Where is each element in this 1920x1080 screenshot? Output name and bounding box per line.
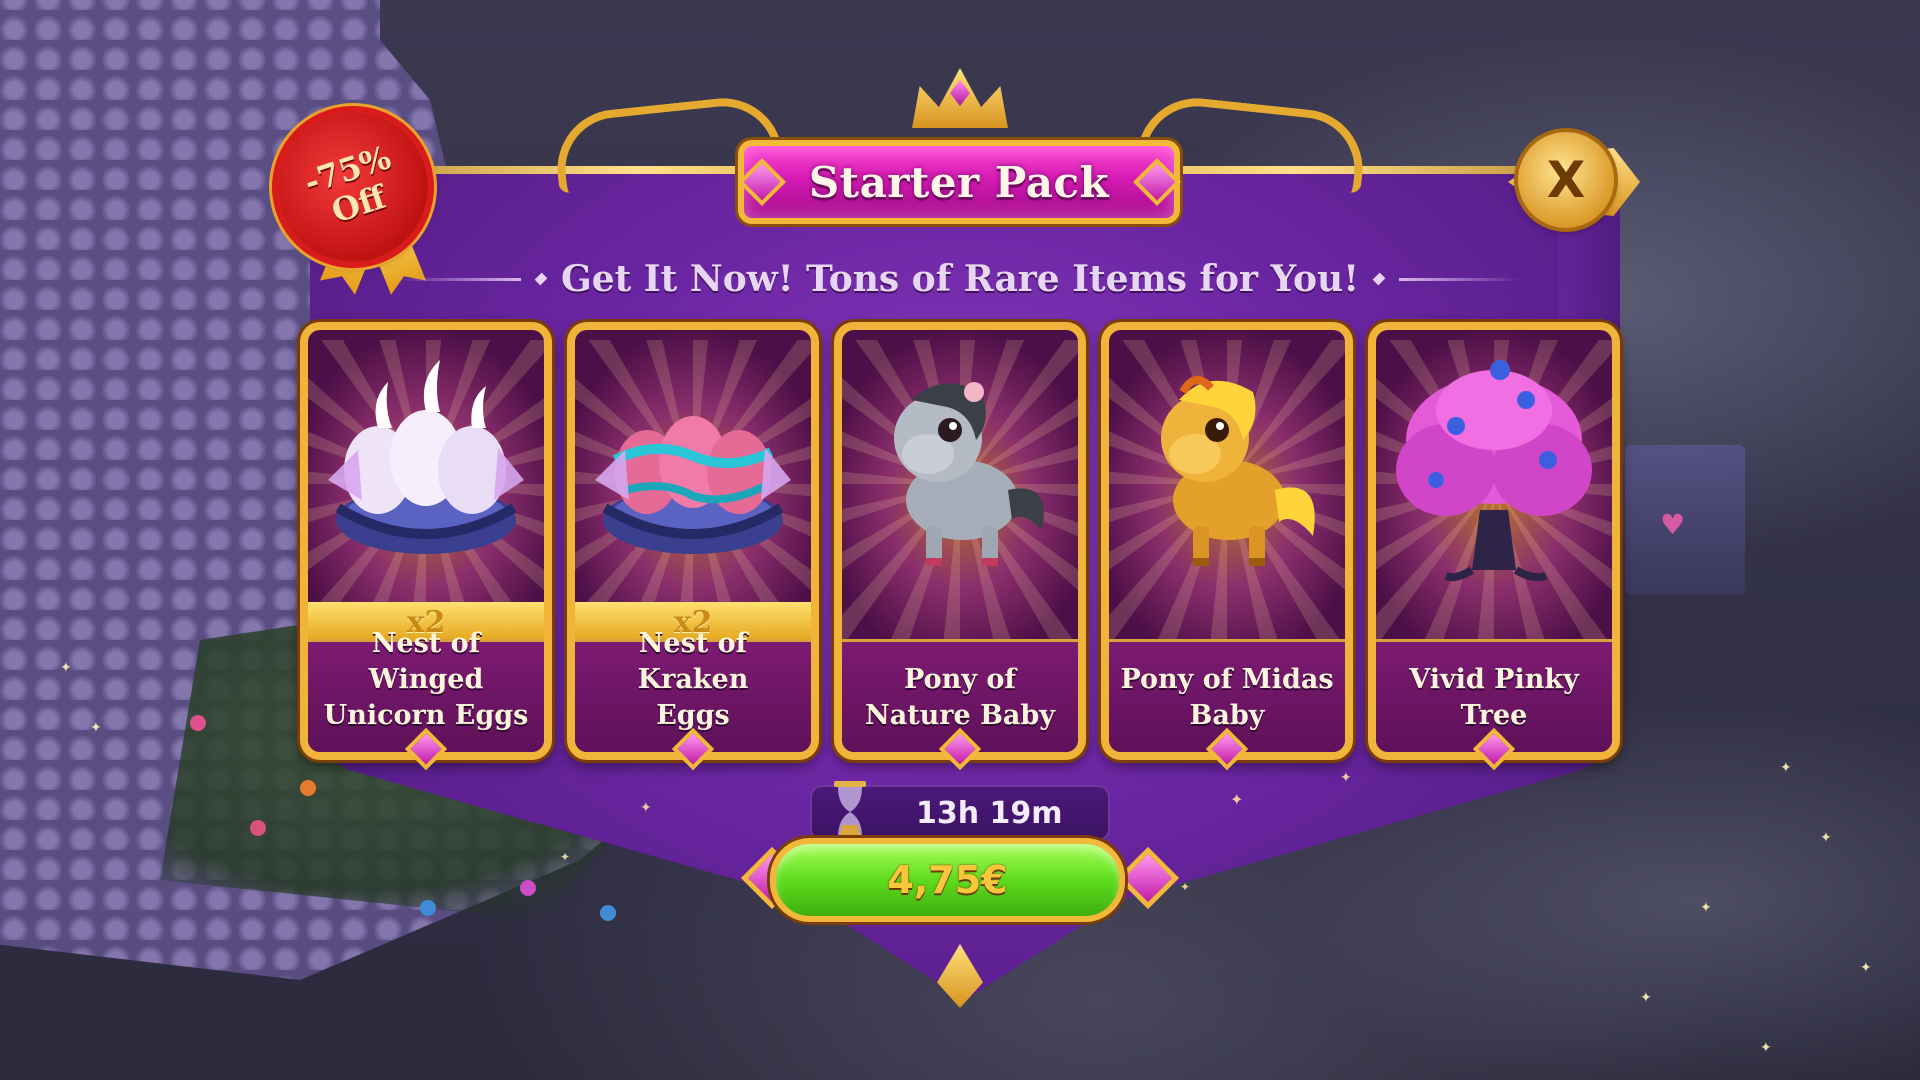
sparkle-icon: ✦ bbox=[1640, 990, 1652, 1006]
item-card-pony-of-midas[interactable]: Pony of Midas Baby bbox=[1101, 322, 1353, 760]
timer-value: 13h 19m bbox=[916, 795, 1063, 831]
price-label: 4,75€ bbox=[887, 858, 1008, 902]
item-name: Nest of Kraken Eggs bbox=[637, 628, 749, 731]
item-name: Nest of Winged Unicorn Eggs bbox=[323, 628, 529, 731]
discount-label: -75% Off bbox=[299, 138, 396, 231]
item-card-vivid-pinky-tree[interactable]: Vivid Pinky Tree bbox=[1368, 322, 1620, 760]
flower-decoration bbox=[600, 905, 616, 921]
close-icon: X bbox=[1546, 151, 1586, 209]
sparkle-icon: ✦ bbox=[1700, 900, 1712, 916]
flower-decoration bbox=[250, 820, 266, 836]
sparkle-icon: ✦ bbox=[1860, 960, 1872, 976]
diamond-icon bbox=[534, 272, 548, 286]
golden-pony-icon bbox=[1161, 376, 1315, 566]
sparkle-icon: ✦ bbox=[90, 720, 102, 736]
flourish-left bbox=[400, 277, 521, 281]
flourish-right bbox=[1399, 277, 1520, 281]
sparkle-icon: ✦ bbox=[1340, 770, 1352, 786]
item-name: Pony of Nature Baby bbox=[865, 664, 1055, 731]
sparkle-icon: ✦ bbox=[1780, 760, 1792, 776]
sparkle-icon: ✦ bbox=[1760, 1040, 1772, 1056]
sparkle-icon: ✦ bbox=[60, 660, 72, 676]
item-card-pony-of-nature[interactable]: Pony of Nature Baby bbox=[834, 322, 1086, 760]
sparkle-icon: ✦ bbox=[1180, 880, 1191, 894]
flower-decoration bbox=[520, 880, 536, 896]
sparkle-icon: ✦ bbox=[640, 800, 652, 816]
sparkle-icon: ✦ bbox=[1820, 830, 1832, 846]
item-card-winged-unicorn-eggs[interactable]: x2 Nest of Winged Unicorn Eggs bbox=[300, 322, 552, 760]
flower-decoration bbox=[420, 900, 436, 916]
kraken-eggs-icon bbox=[595, 416, 791, 554]
subtitle-row: Get It Now! Tons of Rare Items for You! bbox=[400, 254, 1520, 304]
pink-tree-icon bbox=[1396, 360, 1592, 582]
flower-decoration bbox=[190, 715, 206, 731]
item-name: Vivid Pinky Tree bbox=[1409, 664, 1579, 731]
close-button[interactable]: X bbox=[1518, 132, 1614, 228]
grey-pony-icon bbox=[894, 382, 1044, 566]
item-name: Pony of Midas Baby bbox=[1120, 664, 1334, 731]
title-plaque: Starter Pack bbox=[738, 140, 1180, 224]
hourglass-icon bbox=[834, 781, 866, 843]
offer-timer: 13h 19m bbox=[810, 781, 1110, 843]
winged-unicorn-eggs-icon bbox=[328, 360, 524, 554]
diamond-icon bbox=[1372, 272, 1386, 286]
heart-icon: ♥ bbox=[1660, 508, 1686, 541]
sparkle-icon: ✦ bbox=[1230, 790, 1244, 809]
buy-button[interactable]: 4,75€ bbox=[770, 838, 1125, 922]
flower-decoration bbox=[300, 780, 316, 796]
sparkle-icon: ✦ bbox=[560, 850, 571, 864]
subtitle: Get It Now! Tons of Rare Items for You! bbox=[560, 258, 1360, 300]
item-card-kraken-eggs[interactable]: x2 Nest of Kraken Eggs bbox=[567, 322, 819, 760]
page-title: Starter Pack bbox=[808, 157, 1110, 207]
